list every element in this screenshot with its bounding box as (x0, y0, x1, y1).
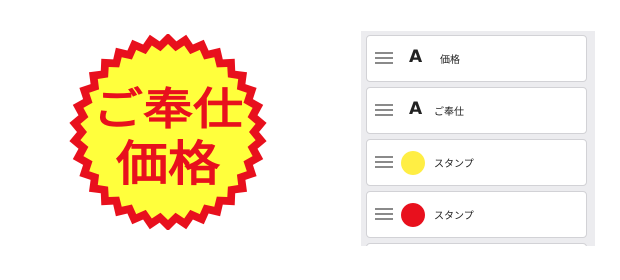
sticker-text-line1: ご奉仕 (93, 84, 243, 135)
stamp-graphic: ご奉仕 価格 (69, 34, 267, 230)
drag-handle-icon[interactable] (375, 208, 393, 221)
text-layer-icon: A (409, 47, 423, 67)
drag-handle-icon[interactable] (375, 156, 393, 169)
sticker-preview: ご奉仕 価格 (64, 34, 272, 230)
layer-row-partial[interactable] (366, 243, 587, 246)
layer-label: スタンプ (434, 159, 474, 170)
layer-label: スタンプ (434, 211, 474, 222)
sticker-text-line2: 価格 (115, 136, 221, 192)
layer-label: ご奉仕 (434, 107, 464, 118)
layer-row-text-price[interactable]: A 価格 (366, 35, 587, 82)
layer-row-stamp-red[interactable]: スタンプ (366, 191, 587, 238)
stamp-swatch-icon (401, 203, 425, 227)
layer-row-stamp-yellow[interactable]: スタンプ (366, 139, 587, 186)
drag-handle-icon[interactable] (375, 104, 393, 117)
stamp-swatch-icon (401, 151, 425, 175)
drag-handle-icon[interactable] (375, 52, 393, 65)
layer-row-text-service[interactable]: A ご奉仕 (366, 87, 587, 134)
layer-panel: A 価格 A ご奉仕 スタンプ スタンプ (361, 31, 595, 246)
layer-label: 価格 (440, 55, 460, 66)
text-layer-icon: A (409, 99, 423, 119)
